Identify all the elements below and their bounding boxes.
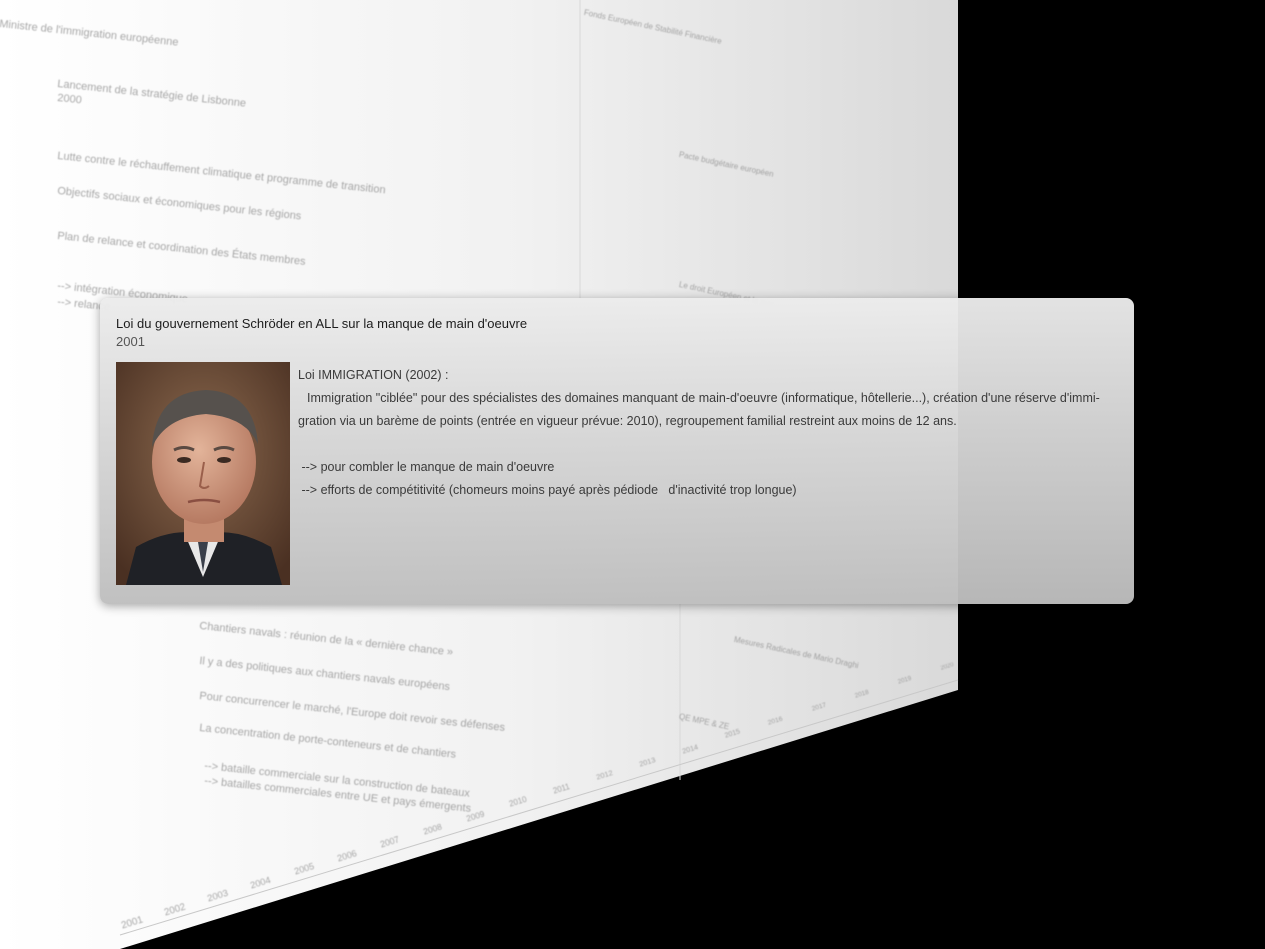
backdrop-line: 2000 bbox=[56, 92, 83, 107]
description-bullet-2: --> efforts de compétitivité (chomeurs m… bbox=[298, 483, 797, 497]
description-bullet-1: --> pour combler le manque de main d'oeu… bbox=[298, 460, 555, 474]
event-photo bbox=[116, 362, 290, 585]
description-paragraph: Immigration "ciblée" pour des spécialist… bbox=[298, 391, 1100, 428]
event-title: Loi du gouvernement Schröder en ALL sur … bbox=[116, 316, 528, 331]
portrait-image bbox=[116, 362, 290, 585]
event-detail-popup[interactable]: Loi du gouvernement Schröder en ALL sur … bbox=[100, 298, 1134, 604]
event-description: Loi IMMIGRATION (2002) : Immigration "ci… bbox=[298, 364, 1122, 502]
description-heading: Loi IMMIGRATION (2002) : bbox=[298, 368, 449, 382]
event-date: 2001 bbox=[116, 334, 145, 349]
